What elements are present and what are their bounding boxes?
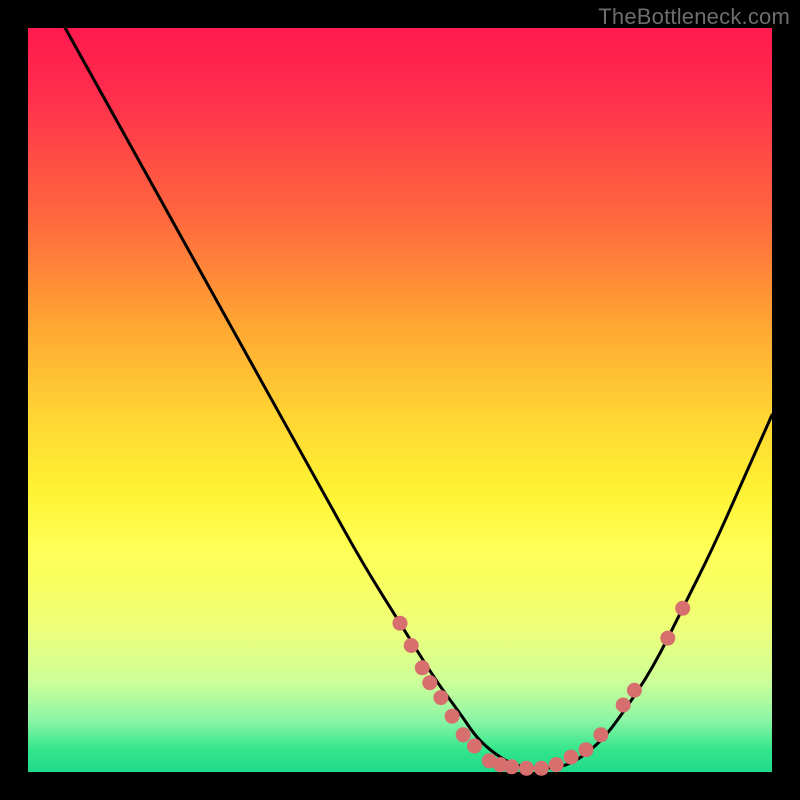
data-marker [616,698,630,712]
data-marker [456,728,470,742]
data-marker [661,631,675,645]
data-marker [549,758,563,772]
data-marker [520,761,534,775]
curve-group [65,28,772,768]
data-marker [467,739,481,753]
data-marker [564,750,578,764]
data-marker [676,601,690,615]
data-marker [627,683,641,697]
data-marker [434,691,448,705]
chart-plot-area [28,28,772,772]
data-marker [415,661,429,675]
chart-frame: TheBottleneck.com [0,0,800,800]
data-marker [423,676,437,690]
data-marker [594,728,608,742]
data-marker [505,760,519,774]
bottleneck-curve [65,28,772,768]
markers-group [393,601,690,775]
data-marker [534,761,548,775]
watermark-text: TheBottleneck.com [598,4,790,30]
data-marker [445,709,459,723]
data-marker [393,616,407,630]
chart-svg [28,28,772,772]
data-marker [579,743,593,757]
data-marker [404,639,418,653]
